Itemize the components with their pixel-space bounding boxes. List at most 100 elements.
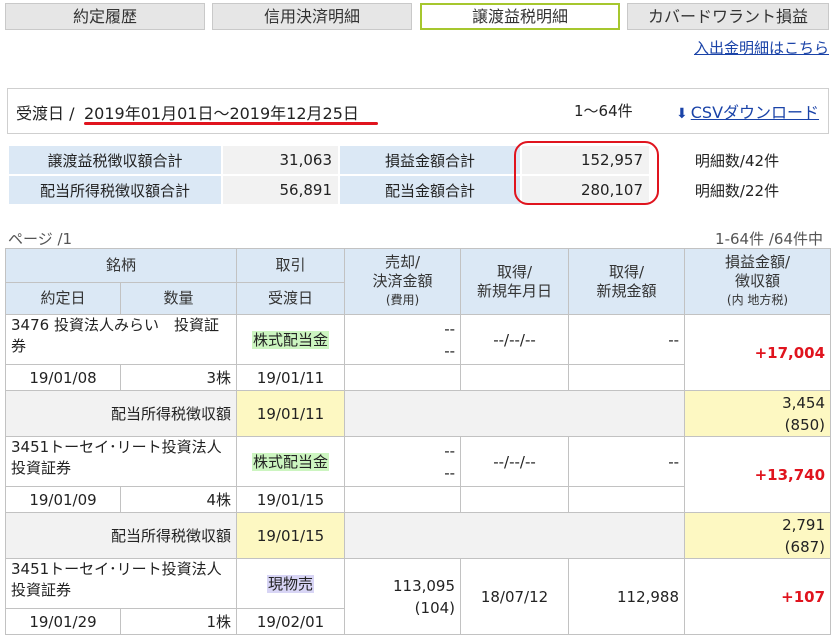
tax-label: 配当所得税徴収額 (4, 512, 238, 559)
settle-date: 19/01/11 (236, 364, 346, 391)
download-icon: ⬇ (676, 106, 688, 122)
header-text: 新規金額 (596, 281, 657, 300)
acq-date: --/--/-- (460, 314, 570, 365)
profit-loss: +17,004 (684, 314, 832, 391)
header-text: 売却/ (384, 253, 421, 271)
local-tax-amount: (687) (784, 537, 826, 556)
tab-trade-history[interactable]: 約定履歴 (5, 3, 205, 30)
col-header-acq-date: 取得/ 新規年月日 (460, 248, 570, 315)
empty-cell (344, 364, 462, 391)
table-row: 3451トーセイ･リート投資法人 投資証券 株式配当金 -- -- --/--/-… (4, 436, 832, 513)
table-header-row: 銘柄 取引 売却/ 決済金額 (費用) 取得/ 新規年月日 取得/ 新規金額 損… (4, 248, 832, 315)
acq-amount: 112,988 (568, 558, 686, 635)
trade-date: 19/01/08 (5, 364, 121, 391)
tax-date: 19/01/15 (236, 512, 346, 559)
summary-label: 配当金額合計 (340, 176, 520, 204)
tab-capital-gains-tax[interactable]: 譲渡益税明細 (420, 3, 620, 30)
summary-value: 31,063 (223, 146, 338, 174)
quantity: 4株 (119, 486, 238, 513)
period-range: 2019年01月01日～2019年12月25日 (84, 104, 359, 123)
tax-amount-cell: 2,791 (687) (684, 512, 832, 559)
empty-cell (344, 486, 462, 513)
sale-amount: 113,095 (392, 576, 456, 595)
trade-type-cell: 株式配当金 (236, 436, 346, 487)
quantity: 1株 (119, 608, 238, 635)
acq-date: --/--/-- (460, 436, 570, 487)
red-underline-annotation (84, 122, 378, 125)
acq-amount: -- (568, 436, 686, 487)
trade-date: 19/01/09 (5, 486, 121, 513)
trade-type: 株式配当金 (252, 453, 330, 471)
summary-value: 280,107 (522, 176, 649, 204)
period-box: 受渡日 / 2019年01月01日～2019年12月25日 1～64件 ⬇ CSV… (7, 88, 829, 134)
page-indicator: ページ /1 (8, 230, 73, 248)
profit-loss: +107 (684, 558, 832, 635)
col-header-trade-date: 約定日 (5, 282, 121, 315)
tax-amount-cell: 3,454 (850) (684, 390, 832, 437)
trade-type: 現物売 (267, 575, 315, 593)
summary-value: 56,891 (223, 176, 338, 204)
col-header-torihiki: 取引 (236, 248, 346, 283)
period-label: 受渡日 / (16, 104, 75, 123)
settle-date: 19/02/01 (236, 608, 346, 635)
table-row: 3451トーセイ･リート投資法人 投資証券 現物売 113,095 (104) 1… (4, 558, 832, 635)
tax-row: 配当所得税徴収額 19/01/15 2,791 (687) (4, 512, 832, 559)
tax-amount: 3,454 (782, 393, 826, 412)
summary-row: 配当所得税徴収額合計 56,891 配当金額合計 280,107 明細数/22件 (9, 176, 823, 204)
tax-amount: 2,791 (782, 515, 826, 534)
header-text: 決済金額 (372, 272, 433, 290)
summary-count: 明細数/42件 (651, 146, 823, 174)
tab-margin-settlement[interactable]: 信用決済明細 (212, 3, 412, 30)
sale-amount: -- (444, 319, 456, 338)
tax-date: 19/01/11 (236, 390, 346, 437)
summary-row: 譲渡益税徴収額合計 31,063 損益金額合計 152,957 明細数/42件 (9, 146, 823, 174)
header-text: 取得/ (496, 262, 533, 281)
settle-date: 19/01/15 (236, 486, 346, 513)
sale-fee: (104) (414, 598, 456, 617)
sale-amount: -- (444, 441, 456, 460)
trade-date: 19/01/29 (5, 608, 121, 635)
detail-table: 銘柄 取引 売却/ 決済金額 (費用) 取得/ 新規年月日 取得/ 新規金額 損… (4, 248, 832, 635)
empty-cell (568, 486, 686, 513)
header-text: 新規年月日 (477, 281, 553, 300)
empty-cell (460, 486, 570, 513)
trade-type: 株式配当金 (252, 331, 330, 349)
table-row: 3476 投資法人みらい 投資証券 株式配当金 -- -- --/--/-- --… (4, 314, 832, 391)
trade-type-cell: 株式配当金 (236, 314, 346, 365)
sale-amount-cell: -- -- (344, 314, 462, 365)
result-count: 1～64件 (574, 102, 633, 120)
quantity: 3株 (119, 364, 238, 391)
sale-fee: -- (444, 463, 456, 482)
col-header-meigara: 銘柄 (4, 248, 238, 283)
tab-bar: 約定履歴 信用決済明細 譲渡益税明細 カバードワラント損益 (0, 0, 835, 32)
sale-amount-cell: -- -- (344, 436, 462, 487)
summary-table: 譲渡益税徴収額合計 31,063 損益金額合計 152,957 明細数/42件 … (7, 144, 825, 206)
tab-covered-warrant[interactable]: カバードワラント損益 (627, 3, 829, 30)
deposit-history-link[interactable]: 入出金明細はこちら (694, 37, 829, 58)
paging-range: 1-64件 /64件中 (715, 230, 823, 248)
sale-amount-cell: 113,095 (104) (344, 558, 462, 635)
acq-date: 18/07/12 (460, 558, 570, 635)
security-name: 3451トーセイ･リート投資法人 投資証券 (4, 436, 238, 487)
header-text: 損益金額/ (724, 253, 791, 271)
header-text: (内 地方税) (726, 293, 789, 307)
tax-label: 配当所得税徴収額 (4, 390, 238, 437)
col-header-settle-date: 受渡日 (236, 282, 346, 315)
summary-count: 明細数/22件 (651, 176, 823, 204)
summary-label: 譲渡益税徴収額合計 (9, 146, 221, 174)
col-header-quantity: 数量 (119, 282, 238, 315)
col-header-sale: 売却/ 決済金額 (費用) (344, 248, 462, 315)
profit-loss: +13,740 (684, 436, 832, 513)
empty-cell (344, 512, 686, 559)
local-tax-amount: (850) (784, 415, 826, 434)
security-name: 3451トーセイ･リート投資法人 投資証券 (4, 558, 238, 609)
col-header-acq-amount: 取得/ 新規金額 (568, 248, 686, 315)
summary-label: 損益金額合計 (340, 146, 520, 174)
csv-download-link[interactable]: ⬇ CSVダウンロード (676, 99, 819, 123)
empty-cell (568, 364, 686, 391)
security-name: 3476 投資法人みらい 投資証券 (4, 314, 238, 365)
empty-cell (460, 364, 570, 391)
sale-fee: -- (444, 341, 456, 360)
col-header-profit-loss: 損益金額/ 徴収額 (内 地方税) (684, 248, 832, 315)
trade-type-cell: 現物売 (236, 558, 346, 609)
